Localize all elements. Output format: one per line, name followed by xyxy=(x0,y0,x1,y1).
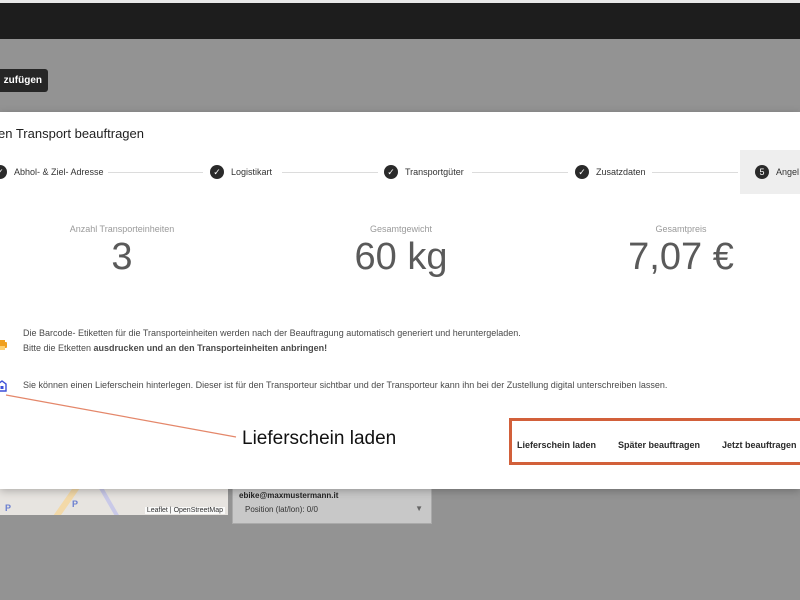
callout-arrow xyxy=(5,394,237,438)
callout-label: Lieferschein laden xyxy=(242,428,397,449)
action-buttons-highlight xyxy=(509,418,800,465)
